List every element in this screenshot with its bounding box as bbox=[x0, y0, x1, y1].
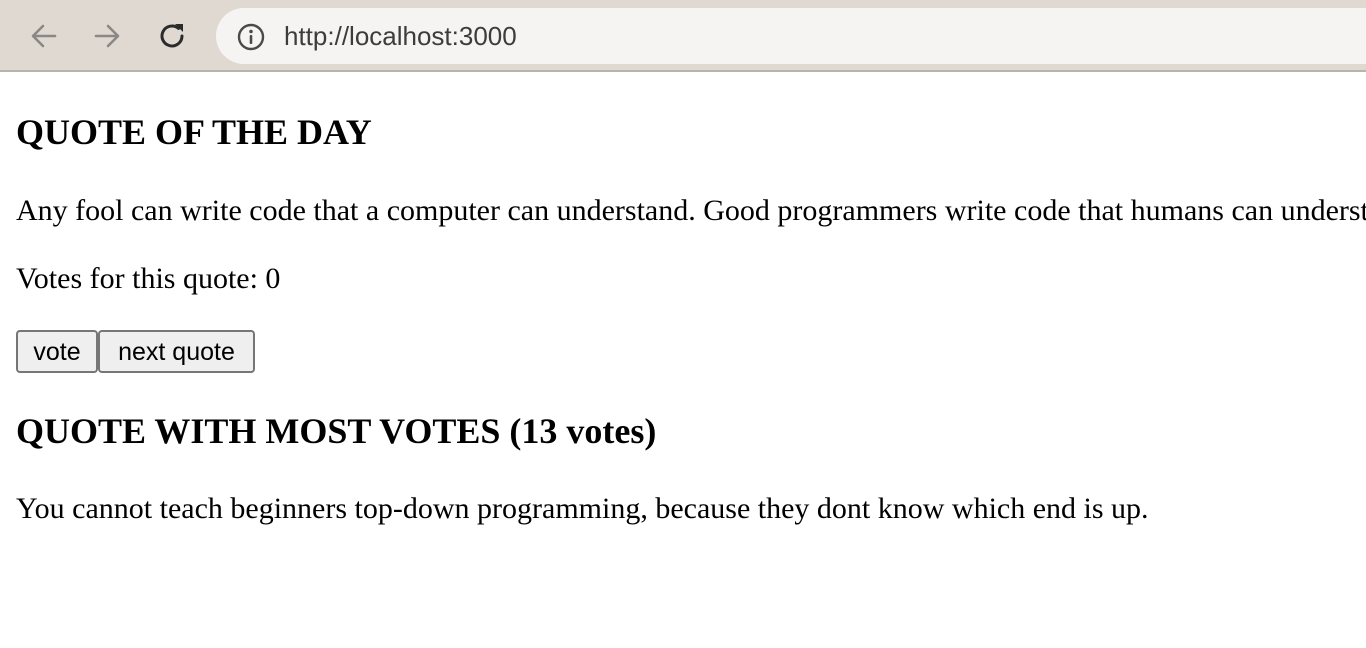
quote-of-day-heading: QUOTE OF THE DAY bbox=[16, 112, 372, 152]
next-quote-button[interactable]: next quote bbox=[98, 330, 255, 373]
forward-button[interactable] bbox=[85, 14, 129, 58]
vote-count-text: Votes for this quote: 0 bbox=[16, 262, 281, 295]
page-content: QUOTE OF THE DAY Any fool can write code… bbox=[16, 74, 1366, 648]
browser-toolbar: http://localhost:3000 bbox=[0, 0, 1366, 72]
address-bar[interactable]: http://localhost:3000 bbox=[216, 8, 1366, 64]
arrow-right-icon bbox=[92, 21, 122, 51]
daily-quote-text: Any fool can write code that a computer … bbox=[16, 194, 1366, 227]
most-votes-heading: QUOTE WITH MOST VOTES (13 votes) bbox=[16, 411, 657, 451]
url-text[interactable]: http://localhost:3000 bbox=[284, 21, 517, 51]
arrow-left-icon bbox=[29, 21, 59, 51]
reload-button[interactable] bbox=[150, 14, 194, 58]
back-button[interactable] bbox=[22, 14, 66, 58]
most-votes-quote-text: You cannot teach beginners top-down prog… bbox=[16, 492, 1149, 525]
reload-icon bbox=[156, 20, 188, 52]
info-icon[interactable] bbox=[236, 22, 266, 52]
quote-actions: vote next quote bbox=[16, 330, 255, 373]
vote-button[interactable]: vote bbox=[16, 330, 98, 373]
